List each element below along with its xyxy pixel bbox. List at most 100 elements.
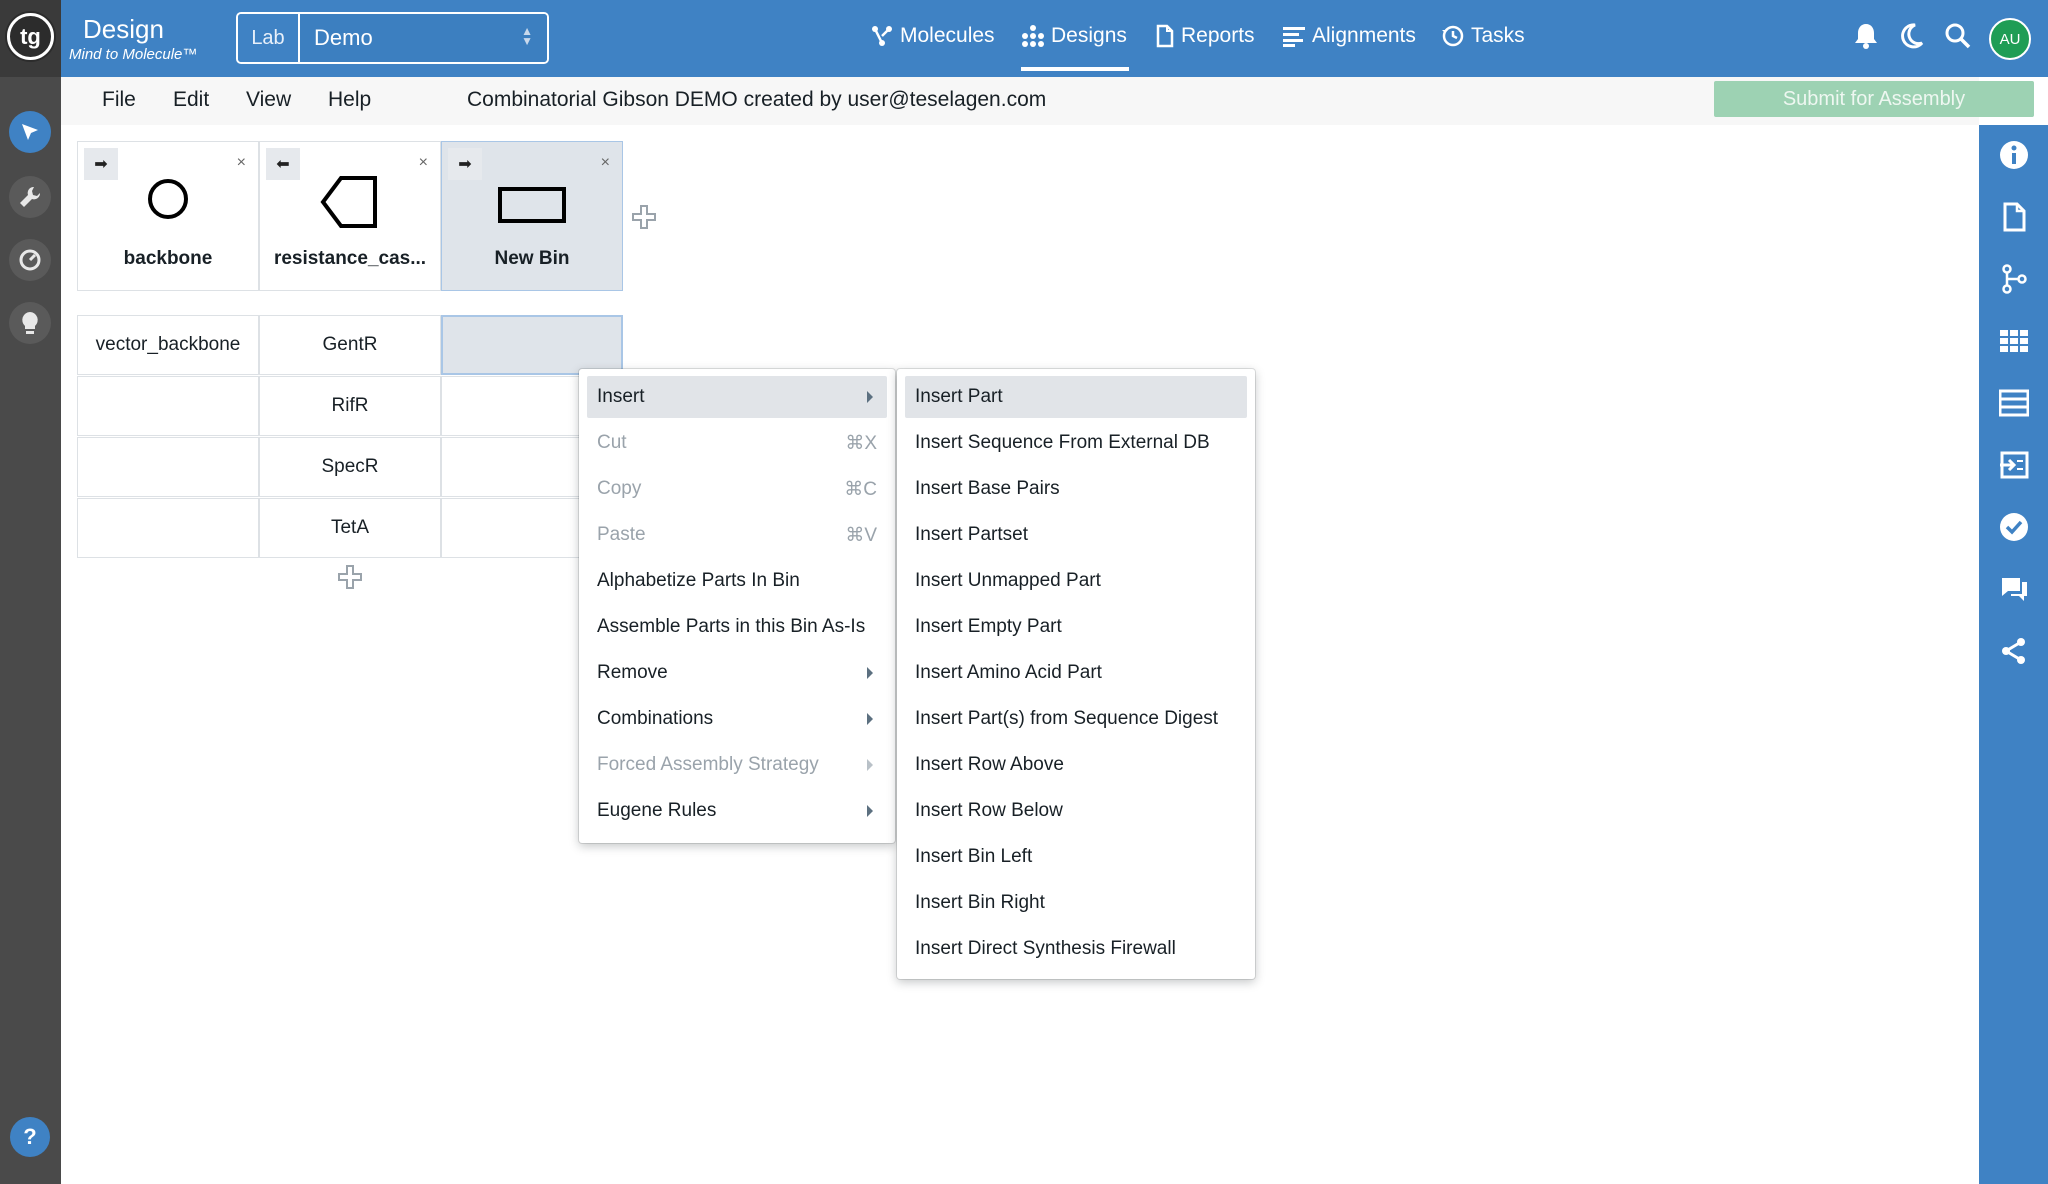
nav-molecules[interactable]: Molecules (870, 24, 995, 48)
cds-box-icon (498, 187, 566, 223)
list-view-icon[interactable] (1999, 388, 2029, 418)
grid-cell[interactable] (77, 376, 259, 436)
grid-cell[interactable]: TetA (259, 498, 441, 558)
grid-cell-selected[interactable] (441, 315, 623, 375)
dashboard-icon[interactable] (9, 239, 51, 281)
menu-item-eugene-rules[interactable]: Eugene Rules (587, 790, 887, 832)
submenu-item-insert-amino-acid-part[interactable]: Insert Amino Acid Part (905, 652, 1247, 694)
menu-item-paste[interactable]: Paste ⌘V (587, 514, 887, 556)
bin-name: resistance_cas... (273, 248, 427, 269)
grid-cell[interactable]: vector_backbone (77, 315, 259, 375)
lab-select-value[interactable]: Demo ▲ ▼ (300, 14, 547, 62)
submenu-item-insert-part[interactable]: Insert Part (905, 376, 1247, 418)
reverse-arrow-icon[interactable]: ⬅ (266, 148, 300, 180)
grid-view-icon[interactable] (1999, 326, 2029, 356)
submenu-item-insert-sequence-external-db[interactable]: Insert Sequence From External DB (905, 422, 1247, 464)
submit-for-assembly-button[interactable]: Submit for Assembly (1714, 81, 2034, 117)
grid-cell[interactable]: RifR (259, 376, 441, 436)
grid-cell[interactable]: SpecR (259, 437, 441, 497)
close-icon[interactable]: × (237, 154, 246, 172)
import-icon[interactable] (1999, 450, 2029, 480)
grid-cell[interactable] (77, 437, 259, 497)
menu-item-alphabetize[interactable]: Alphabetize Parts In Bin (587, 560, 887, 602)
menu-view[interactable]: View (246, 88, 291, 112)
close-icon[interactable]: × (601, 154, 610, 172)
menu-item-label: Combinations (597, 708, 714, 729)
nav-reports[interactable]: Reports (1155, 24, 1255, 48)
menu-item-forced-assembly-strategy[interactable]: Forced Assembly Strategy (587, 744, 887, 786)
help-icon[interactable]: ? (10, 1117, 50, 1157)
menu-item-assemble-as-is[interactable]: Assemble Parts in this Bin As-Is (587, 606, 887, 648)
moon-icon[interactable] (1897, 22, 1925, 50)
menu-item-label: Forced Assembly Strategy (597, 754, 819, 775)
origin-circle-icon (148, 179, 188, 219)
menu-item-label: Cut (597, 432, 627, 453)
bin-name: backbone (123, 248, 213, 269)
share-icon[interactable] (1999, 636, 2029, 666)
reverse-cds-icon (320, 176, 377, 228)
bell-icon[interactable] (1853, 22, 1879, 50)
add-row-icon[interactable] (337, 564, 363, 590)
nav-designs-label: Designs (1051, 24, 1127, 47)
design-tool-icon[interactable] (9, 111, 51, 153)
menu-item-label: Assemble Parts in this Bin As-Is (597, 616, 866, 637)
comments-icon[interactable] (1999, 574, 2029, 604)
menu-file[interactable]: File (102, 88, 136, 112)
search-icon[interactable] (1944, 22, 1972, 50)
lab-select-label: Lab (238, 14, 300, 62)
menu-help[interactable]: Help (328, 88, 371, 112)
submenu-item-insert-bin-right[interactable]: Insert Bin Right (905, 882, 1247, 924)
app-logo[interactable]: tg (7, 13, 54, 60)
menu-item-label: Remove (597, 662, 668, 683)
app-title[interactable]: Design (83, 14, 164, 45)
context-menu: Insert Cut ⌘X Copy ⌘C Paste ⌘V Alphabeti… (579, 369, 895, 843)
insert-submenu: Insert Part Insert Sequence From Externa… (897, 369, 1255, 979)
menu-item-copy[interactable]: Copy ⌘C (587, 468, 887, 510)
checkmark-icon[interactable] (1999, 512, 2029, 542)
menu-item-insert[interactable]: Insert (587, 376, 887, 418)
nav-tasks[interactable]: Tasks (1441, 24, 1525, 48)
submenu-item-insert-bin-left[interactable]: Insert Bin Left (905, 836, 1247, 878)
grid-cell[interactable] (77, 498, 259, 558)
bin-header-resistance-cassette[interactable]: ⬅ × resistance_cas... (259, 141, 441, 291)
history-icon (1442, 25, 1464, 47)
menu-item-cut[interactable]: Cut ⌘X (587, 422, 887, 464)
submenu-item-insert-row-below[interactable]: Insert Row Below (905, 790, 1247, 832)
menu-item-remove[interactable]: Remove (587, 652, 887, 694)
forward-arrow-icon[interactable]: ➡ (448, 148, 482, 180)
submenu-item-insert-row-above[interactable]: Insert Row Above (905, 744, 1247, 786)
grid-cell[interactable]: GentR (259, 315, 441, 375)
nav-designs[interactable]: Designs (1021, 24, 1127, 48)
menu-item-combinations[interactable]: Combinations (587, 698, 887, 740)
info-icon[interactable] (1999, 140, 2029, 170)
submenu-item-insert-empty-part[interactable]: Insert Empty Part (905, 606, 1247, 648)
top-navbar: tg Design Mind to Molecule™ Lab Demo ▲ ▼ … (0, 0, 2048, 77)
bin-header-new-bin[interactable]: ➡ × New Bin (441, 141, 623, 291)
menubar: File Edit View Help Combinatorial Gibson… (61, 77, 1979, 125)
submenu-item-insert-partset[interactable]: Insert Partset (905, 514, 1247, 556)
nav-alignments-label: Alignments (1312, 24, 1416, 47)
bin-header-backbone[interactable]: ➡ × backbone (77, 141, 259, 291)
add-bin-icon[interactable] (631, 204, 657, 230)
left-sidebar: ? (0, 77, 61, 1184)
git-branch-icon[interactable] (1999, 264, 2029, 294)
menu-shortcut: ⌘C (844, 478, 877, 500)
designs-icon (1022, 25, 1044, 47)
menu-edit[interactable]: Edit (173, 88, 209, 112)
caret-right-icon (867, 759, 873, 771)
document-icon[interactable] (1999, 202, 2029, 232)
active-tab-indicator (1021, 67, 1129, 71)
lab-select[interactable]: Lab Demo ▲ ▼ (236, 12, 549, 64)
nav-alignments[interactable]: Alignments (1282, 24, 1416, 48)
submenu-item-insert-base-pairs[interactable]: Insert Base Pairs (905, 468, 1247, 510)
submenu-item-insert-unmapped-part[interactable]: Insert Unmapped Part (905, 560, 1247, 602)
caret-right-icon (867, 805, 873, 817)
forward-arrow-icon[interactable]: ➡ (84, 148, 118, 180)
submenu-item-insert-direct-synthesis-firewall[interactable]: Insert Direct Synthesis Firewall (905, 928, 1247, 970)
lightbulb-icon[interactable] (9, 302, 51, 344)
submenu-item-insert-from-digest[interactable]: Insert Part(s) from Sequence Digest (905, 698, 1247, 740)
user-avatar[interactable]: AU (1989, 18, 2031, 60)
wrench-icon[interactable] (9, 176, 51, 218)
right-sidebar (1979, 125, 2048, 1184)
close-icon[interactable]: × (419, 154, 428, 172)
